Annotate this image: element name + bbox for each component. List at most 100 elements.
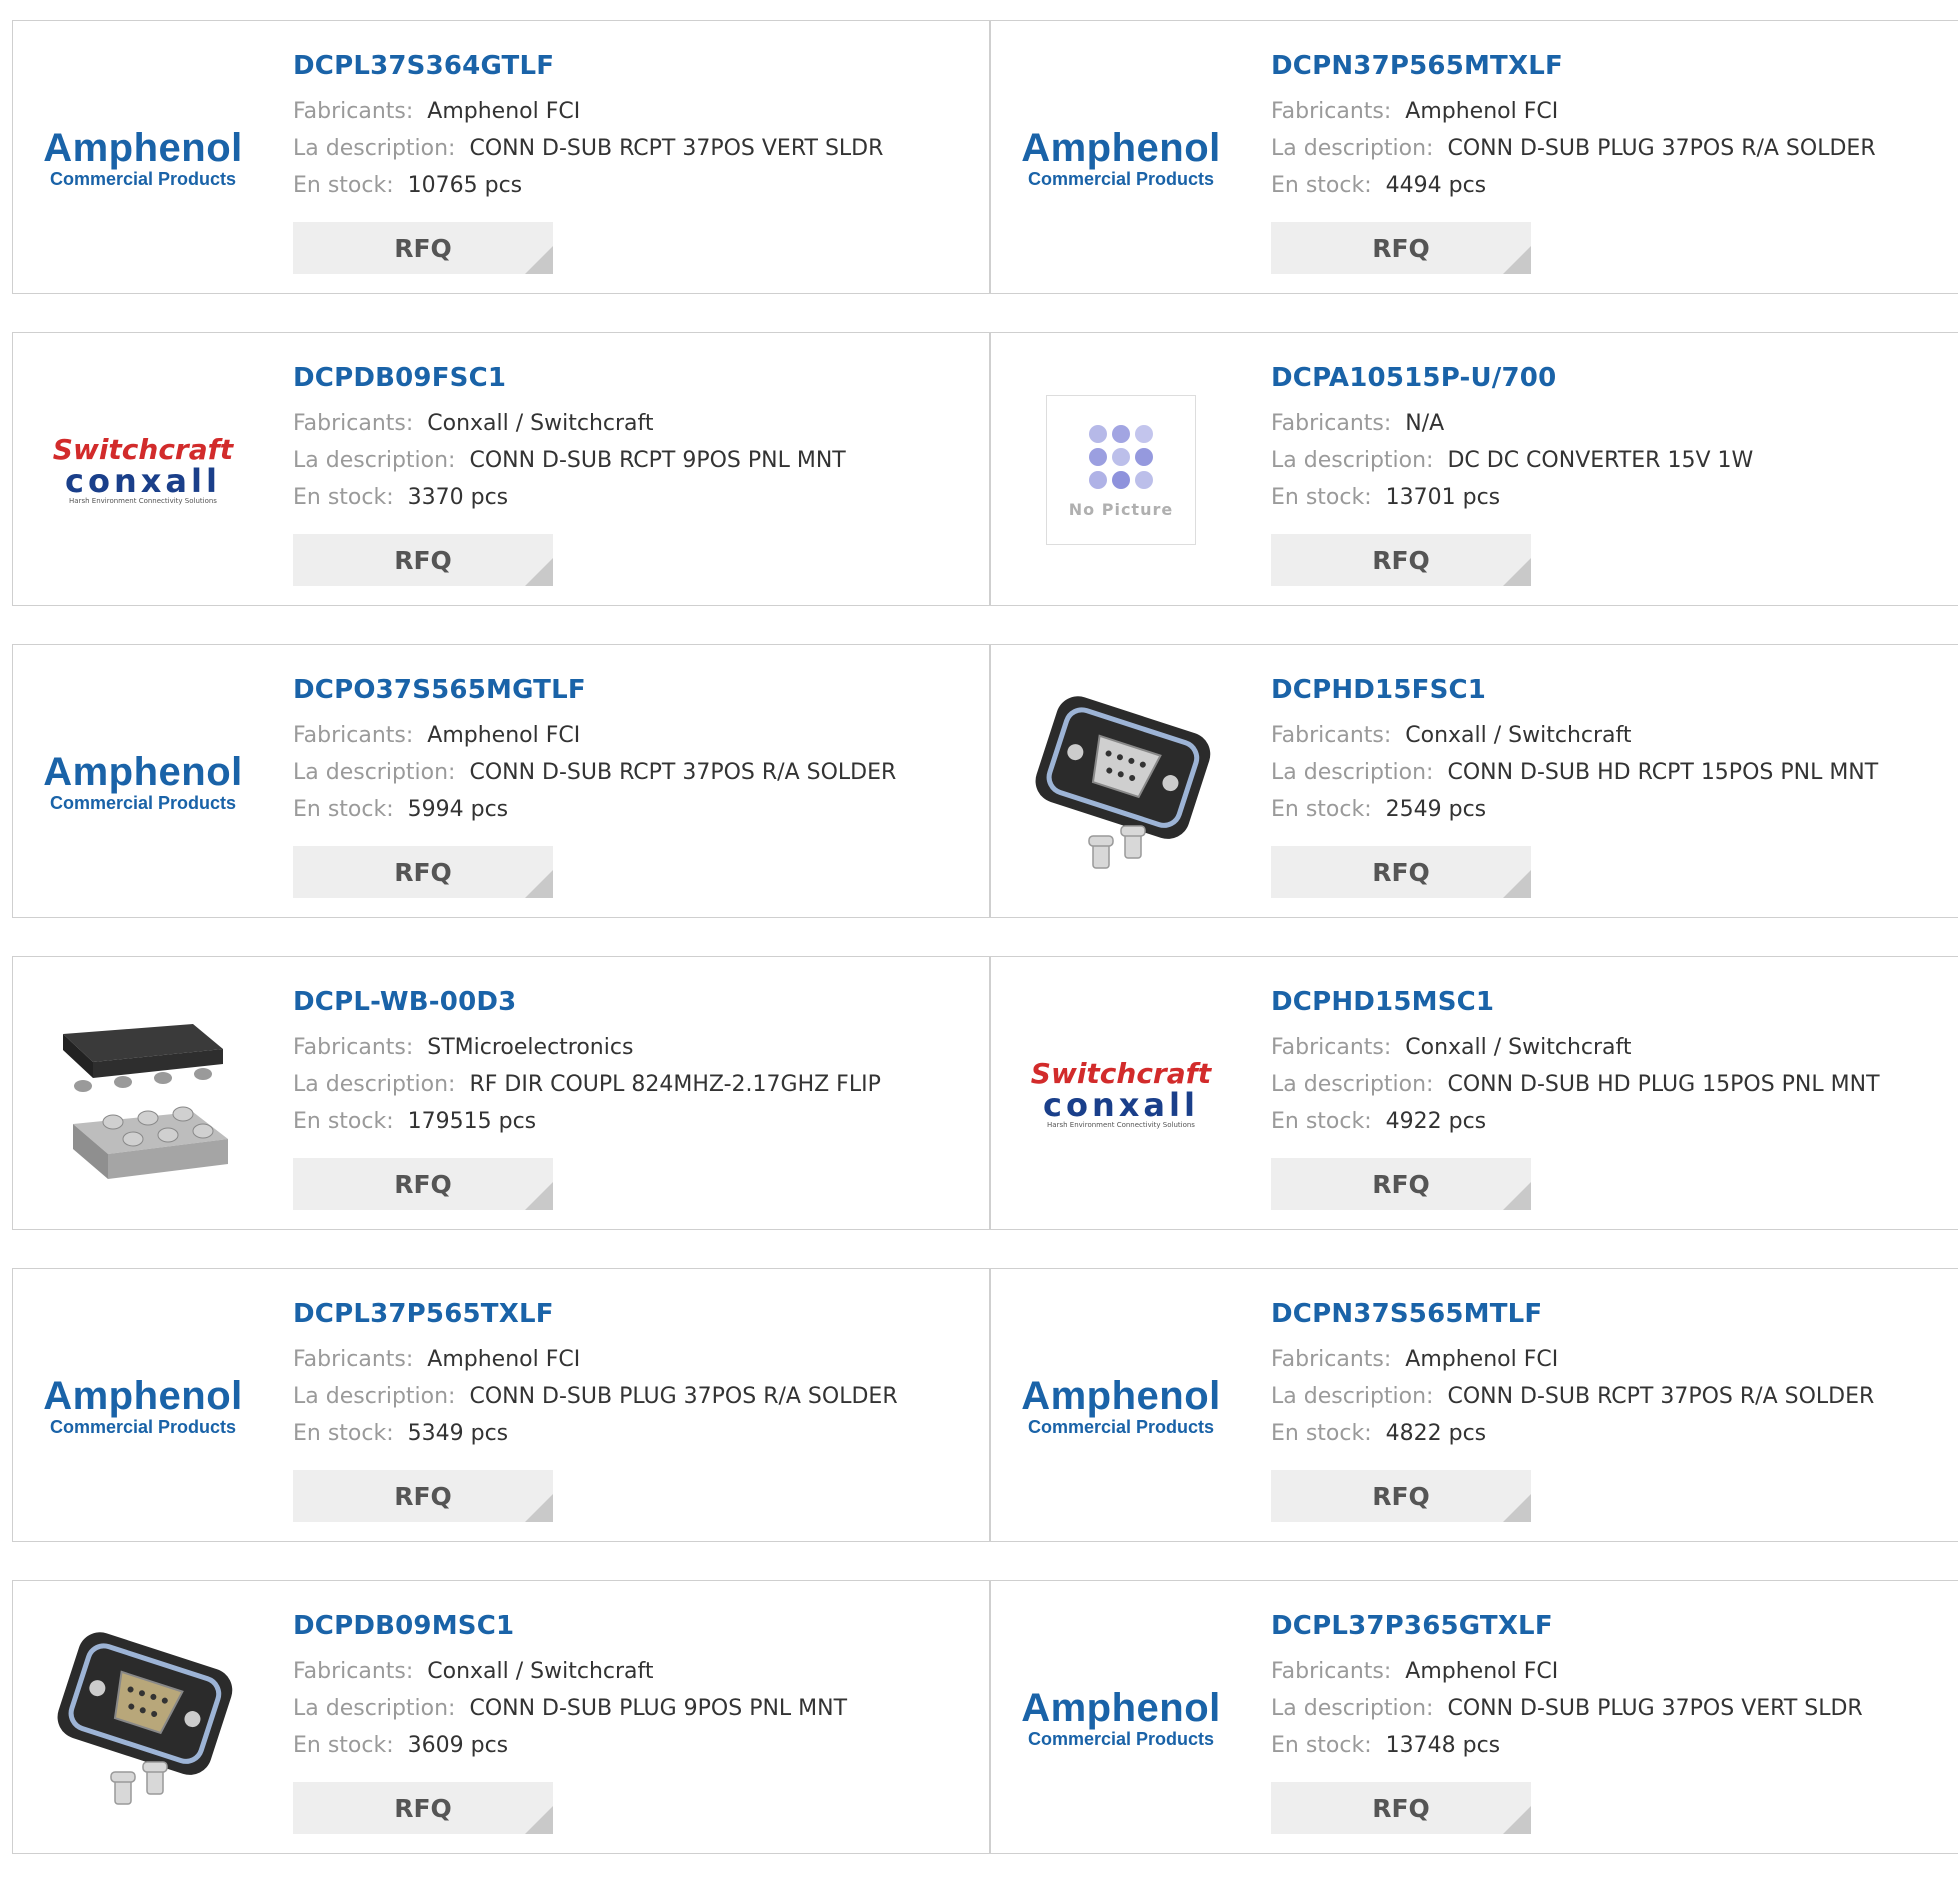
stock-value: 13748 pcs [1385,1733,1501,1758]
part-number-link[interactable]: DCPL37P365GTXLF [1271,1611,1863,1641]
manufacturer-row: Fabricants: Amphenol FCI [293,93,883,130]
product-row: DCPDB09MSC1 Fabricants: Conxall / Switchcr… [12,1580,1958,1854]
stock-row: En stock: 5349 pcs [293,1415,898,1452]
stock-label: En stock: [1271,1733,1372,1758]
stock-row: En stock: 10765 pcs [293,167,883,204]
manufacturer-label: Fabricants: [1271,99,1392,124]
part-number-link[interactable]: DCPDB09MSC1 [293,1611,847,1641]
product-card: Amphenol Commercial Products DCPO37S565MGT… [12,644,990,918]
amphenol-logo[interactable]: Amphenol Commercial Products [43,682,243,882]
rfq-button[interactable]: RFQ [293,846,553,898]
stock-label: En stock: [293,1733,394,1758]
stock-label: En stock: [293,1421,394,1446]
stock-value: 3370 pcs [407,485,509,510]
description-value: CONN D-SUB HD RCPT 15POS PNL MNT [1447,760,1879,785]
part-number-link[interactable]: DCPN37P565MTXLF [1271,51,1876,81]
manufacturer-value: Amphenol FCI [427,99,581,124]
stock-label: En stock: [1271,1109,1372,1134]
manufacturer-label: Fabricants: [293,723,414,748]
logo-wordmark: Switchcraft [52,433,234,466]
rfq-button[interactable]: RFQ [1271,846,1531,898]
chip-icon [63,1024,228,1179]
stock-row: En stock: 5994 pcs [293,791,896,828]
rfq-button-label: RFQ [1372,1481,1430,1511]
corner-triangle-icon [1503,558,1531,586]
description-row: La description: CONN D-SUB RCPT 37POS VER… [293,130,883,167]
corner-triangle-icon [525,558,553,586]
description-row: La description: CONN D-SUB RCPT 37POS R/A… [293,754,896,791]
rfq-button-label: RFQ [1372,1169,1430,1199]
rfq-button[interactable]: RFQ [1271,222,1531,274]
manufacturer-row: Fabricants: Conxall / Switchcraft [293,1653,847,1690]
manufacturer-label: Fabricants: [1271,1347,1392,1372]
manufacturer-label: Fabricants: [1271,411,1392,436]
flip-chip-image[interactable] [43,994,243,1194]
switchcraft-conxall-logo[interactable]: Switchcraft conxall Harsh Environment Conn… [43,370,243,570]
part-number-link[interactable]: DCPA10515P-U/700 [1271,363,1753,393]
dsub-plug-image[interactable] [43,1618,243,1818]
product-card: DCPDB09MSC1 Fabricants: Conxall / Switchcr… [12,1580,990,1854]
part-number-link[interactable]: DCPO37S565MGTLF [293,675,896,705]
rfq-button[interactable]: RFQ [293,222,553,274]
amphenol-logo-mark: Amphenol Commercial Products [1021,1687,1221,1749]
description-value: CONN D-SUB RCPT 9POS PNL MNT [469,448,846,473]
rfq-button[interactable]: RFQ [293,1158,553,1210]
stock-label: En stock: [293,173,394,198]
dsub-receptacle-image[interactable] [1021,682,1221,882]
description-row: La description: CONN D-SUB PLUG 9POS PNL … [293,1690,847,1727]
no-picture-label: No Picture [1068,499,1174,519]
part-number-link[interactable]: DCPDB09FSC1 [293,363,846,393]
description-label: La description: [1271,1072,1434,1097]
logo-wordmark: Amphenol [43,750,243,794]
switchcraft-conxall-logo[interactable]: Switchcraft conxall Harsh Environment Conn… [1021,994,1221,1194]
corner-triangle-icon [1503,1494,1531,1522]
stock-value: 2549 pcs [1385,797,1487,822]
product-info: DCPN37S565MTLF Fabricants: Amphenol FCI La … [1271,1299,1874,1452]
product-grid: Amphenol Commercial Products DCPL37S364GTL… [12,20,1958,1892]
description-value: CONN D-SUB RCPT 37POS R/A SOLDER [1447,1384,1875,1409]
manufacturer-value: Amphenol FCI [427,723,581,748]
rfq-button[interactable]: RFQ [1271,1782,1531,1834]
manufacturer-label: Fabricants: [293,1347,414,1372]
rfq-button-label: RFQ [394,1793,452,1823]
logo-tagline: Commercial Products [1027,1417,1215,1437]
rfq-button-label: RFQ [394,233,452,263]
product-info: DCPL37P365GTXLF Fabricants: Amphenol FCI La… [1271,1611,1863,1764]
product-card: Switchcraft conxall Harsh Environment Conn… [12,332,990,606]
part-number-link[interactable]: DCPL37S364GTLF [293,51,883,81]
amphenol-logo[interactable]: Amphenol Commercial Products [1021,1306,1221,1506]
manufacturer-value: Amphenol FCI [1405,99,1559,124]
stock-value: 4494 pcs [1385,173,1487,198]
rfq-button[interactable]: RFQ [293,1782,553,1834]
description-row: La description: DC DC CONVERTER 15V 1W [1271,442,1753,479]
description-row: La description: CONN D-SUB HD PLUG 15POS … [1271,1066,1880,1103]
product-card: DCPL-WB-00D3 Fabricants: STMicroelectronic… [12,956,990,1230]
stock-value: 13701 pcs [1385,485,1501,510]
part-number-link[interactable]: DCPHD15MSC1 [1271,987,1880,1017]
amphenol-logo[interactable]: Amphenol Commercial Products [1021,58,1221,258]
part-number-link[interactable]: DCPL37P565TXLF [293,1299,898,1329]
part-number-link[interactable]: DCPN37S565MTLF [1271,1299,1874,1329]
amphenol-logo[interactable]: Amphenol Commercial Products [43,58,243,258]
manufacturer-value: Conxall / Switchcraft [427,411,654,436]
part-number-link[interactable]: DCPL-WB-00D3 [293,987,881,1017]
rfq-button[interactable]: RFQ [1271,1470,1531,1522]
manufacturer-row: Fabricants: STMicroelectronics [293,1029,881,1066]
no-picture-placeholder[interactable]: No Picture [1021,370,1221,570]
manufacturer-value: Conxall / Switchcraft [1405,1035,1632,1060]
manufacturer-label: Fabricants: [1271,1035,1392,1060]
product-row: DCPL-WB-00D3 Fabricants: STMicroelectronic… [12,956,1958,1230]
stock-label: En stock: [293,485,394,510]
rfq-button[interactable]: RFQ [1271,534,1531,586]
amphenol-logo[interactable]: Amphenol Commercial Products [1021,1618,1221,1818]
amphenol-logo[interactable]: Amphenol Commercial Products [43,1306,243,1506]
rfq-button[interactable]: RFQ [293,534,553,586]
part-number-link[interactable]: DCPHD15FSC1 [1271,675,1878,705]
stock-row: En stock: 13701 pcs [1271,479,1753,516]
product-card: DCPHD15FSC1 Fabricants: Conxall / Switchcr… [990,644,1958,918]
product-info: DCPL37P565TXLF Fabricants: Amphenol FCI La … [293,1299,898,1452]
rfq-button[interactable]: RFQ [293,1470,553,1522]
manufacturer-label: Fabricants: [1271,723,1392,748]
rfq-button[interactable]: RFQ [1271,1158,1531,1210]
stock-row: En stock: 4922 pcs [1271,1103,1880,1140]
